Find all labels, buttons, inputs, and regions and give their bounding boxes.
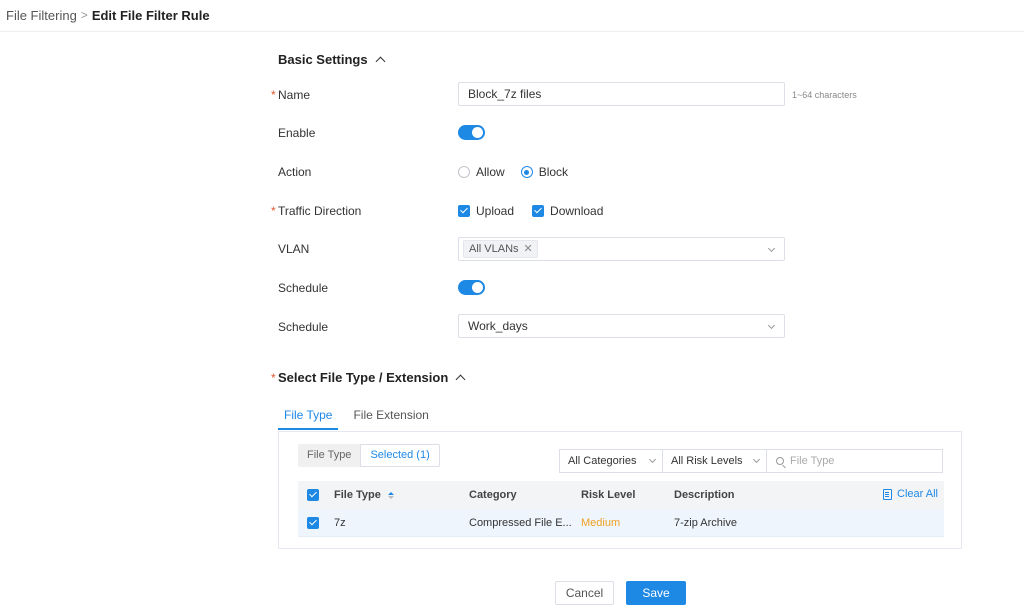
action-block-label[interactable]: Block — [539, 165, 568, 179]
row-description: 7-zip Archive — [674, 516, 737, 529]
vlan-tag: All VLANs ✕ — [463, 240, 538, 258]
required-marker: * — [271, 371, 276, 385]
category-filter-value: All Categories — [568, 455, 637, 467]
name-hint: 1~64 characters — [792, 90, 857, 100]
row-checkbox[interactable] — [307, 516, 319, 529]
search-icon — [776, 457, 784, 465]
action-allow-radio[interactable] — [458, 166, 470, 178]
traffic-direction-group: Upload Download — [458, 203, 603, 219]
name-input[interactable]: Block_7z files — [458, 82, 785, 106]
name-label: Name — [278, 88, 311, 102]
clear-all-button[interactable]: Clear All — [883, 488, 938, 500]
chevron-down-icon — [648, 455, 657, 464]
upload-checkbox[interactable] — [458, 205, 470, 217]
category-filter-select[interactable]: All Categories — [559, 449, 663, 473]
basic-settings-title: Basic Settings — [278, 52, 368, 67]
select-all-checkbox[interactable] — [307, 489, 319, 501]
col-file-type[interactable]: File Type — [334, 489, 394, 501]
page-title: Edit File Filter Rule — [91, 7, 210, 23]
action-allow-label[interactable]: Allow — [476, 165, 505, 179]
cancel-button[interactable]: Cancel — [555, 581, 614, 605]
schedule-select[interactable]: Work_days — [458, 314, 785, 338]
clear-list-icon — [883, 488, 893, 500]
file-type-panel: File Type Selected (1) All Categories Al… — [278, 431, 962, 549]
breadcrumb: File Filtering > Edit File Filter Rule — [6, 7, 210, 23]
chevron-up-icon[interactable] — [455, 374, 466, 385]
chevron-down-icon — [767, 244, 776, 253]
file-type-search-input[interactable]: File Type — [766, 449, 943, 473]
sort-icon[interactable] — [387, 491, 394, 499]
action-block-radio[interactable] — [520, 166, 533, 178]
chevron-up-icon[interactable] — [375, 56, 386, 67]
clear-all-label: Clear All — [897, 488, 938, 500]
chevron-down-icon — [752, 455, 761, 464]
tab-file-type[interactable]: File Type — [278, 404, 339, 430]
breadcrumb-parent-link[interactable]: File Filtering — [6, 8, 77, 23]
filter-bar: All Categories All Risk Levels File Type — [559, 449, 943, 473]
vlan-tag-label: All VLANs — [469, 243, 519, 255]
enable-toggle[interactable] — [458, 125, 485, 140]
col-description: Description — [674, 489, 735, 501]
risk-filter-select[interactable]: All Risk Levels — [662, 449, 767, 473]
row-file-type: 7z — [334, 516, 346, 529]
chevron-down-icon — [767, 321, 776, 330]
download-label[interactable]: Download — [550, 204, 603, 218]
segment-selected[interactable]: Selected (1) — [360, 444, 440, 467]
download-checkbox[interactable] — [532, 205, 545, 217]
col-file-type-label: File Type — [334, 489, 381, 501]
file-section-title: Select File Type / Extension — [278, 370, 449, 385]
file-section-header[interactable]: Select File Type / Extension — [278, 370, 466, 385]
tab-file-extension[interactable]: File Extension — [347, 404, 434, 430]
table-row[interactable]: 7z Compressed File E... Medium 7-zip Arc… — [298, 509, 944, 537]
vlan-label: VLAN — [278, 242, 310, 256]
basic-settings-header[interactable]: Basic Settings — [278, 52, 386, 67]
file-tabs: File Type File Extension — [278, 404, 444, 430]
traffic-direction-label: Traffic Direction — [278, 204, 362, 218]
vlan-select[interactable]: All VLANs ✕ — [458, 237, 785, 261]
schedule-toggle[interactable] — [458, 280, 485, 295]
row-category: Compressed File E... — [469, 516, 572, 529]
enable-label: Enable — [278, 126, 316, 140]
col-category: Category — [469, 489, 517, 501]
row-risk-level: Medium — [581, 516, 621, 529]
required-marker: * — [271, 88, 276, 102]
search-placeholder: File Type — [790, 455, 835, 467]
breadcrumb-separator: > — [80, 8, 88, 22]
schedule-select-label: Schedule — [278, 320, 329, 334]
action-radio-group: Allow Block — [458, 164, 568, 180]
close-icon[interactable]: ✕ — [524, 241, 533, 257]
schedule-select-value: Work_days — [468, 319, 528, 333]
col-risk-level: Risk Level — [581, 489, 636, 501]
required-marker: * — [271, 204, 276, 218]
segment-control: File Type Selected (1) — [298, 444, 440, 467]
save-button[interactable]: Save — [626, 581, 686, 605]
table-header: File Type Category Risk Level Descriptio… — [298, 481, 944, 509]
action-label: Action — [278, 165, 312, 179]
upload-label[interactable]: Upload — [476, 204, 514, 218]
header-divider — [0, 31, 1024, 32]
risk-filter-value: All Risk Levels — [671, 455, 743, 467]
segment-file-type[interactable]: File Type — [298, 444, 361, 467]
schedule-toggle-label: Schedule — [278, 281, 329, 295]
